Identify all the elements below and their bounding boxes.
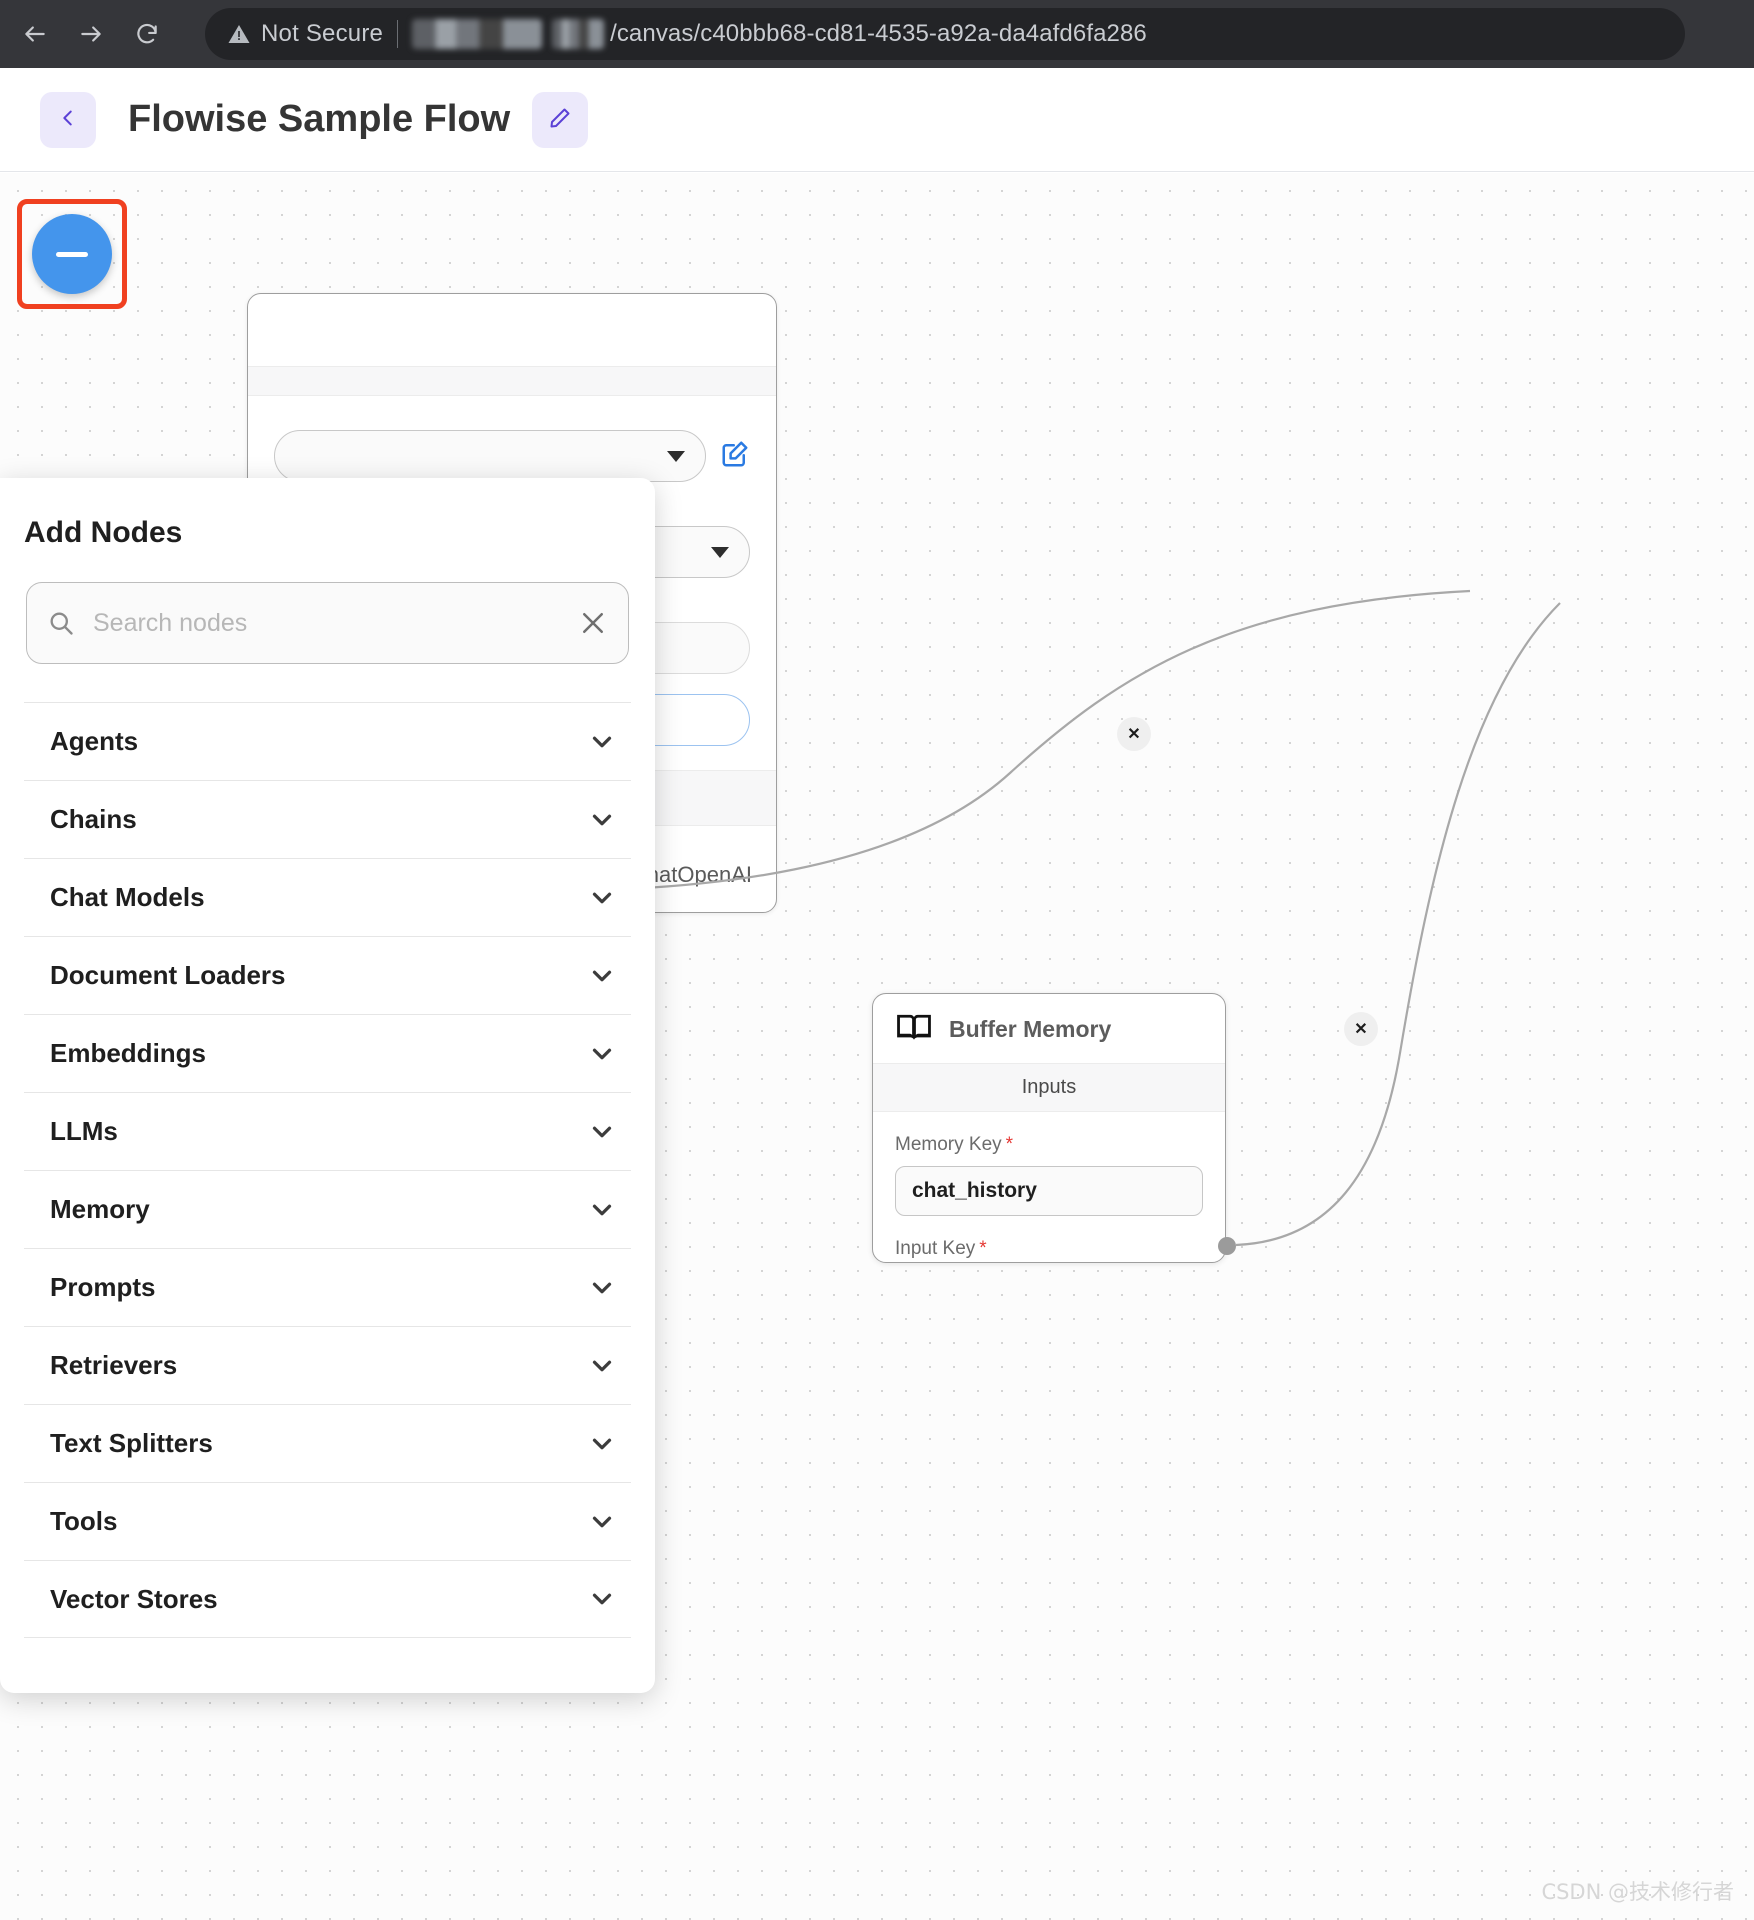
edit-square-icon[interactable] — [720, 439, 750, 474]
category-label: Retrievers — [50, 1350, 178, 1380]
search-input[interactable] — [93, 608, 578, 638]
category-chains[interactable]: Chains — [24, 780, 631, 858]
buffer-memory-input-key-field: Input Key * — [873, 1238, 1225, 1262]
warning-triangle-icon — [227, 22, 251, 46]
search-icon — [47, 609, 75, 637]
url-text: /canvas/c40bbb68-cd81-4535-a92a-da4afd6f… — [610, 20, 1147, 47]
chevron-down-icon[interactable] — [587, 805, 631, 835]
category-label: Embeddings — [50, 1038, 207, 1068]
add-nodes-panel[interactable]: Add Nodes Agents Chains Chat Models — [0, 478, 655, 1693]
browser-address-bar[interactable]: Not Secure /canvas/c40bbb68-cd81-4535-a9… — [205, 8, 1685, 60]
category-chat-models[interactable]: Chat Models — [24, 858, 631, 936]
node-section-inputs — [248, 366, 776, 396]
required-asterisk: * — [1005, 1134, 1014, 1155]
edge-delete-button-2[interactable]: ✕ — [1344, 1012, 1378, 1046]
chevron-down-icon[interactable] — [587, 727, 631, 757]
category-llms[interactable]: LLMs — [24, 1092, 631, 1170]
chevron-down-icon[interactable] — [587, 1429, 631, 1459]
zoom-out-button[interactable] — [32, 214, 112, 294]
category-label: LLMs — [50, 1116, 118, 1146]
chevron-down-icon[interactable] — [587, 1507, 631, 1537]
close-icon[interactable] — [578, 608, 608, 638]
browser-reload-button[interactable] — [126, 13, 168, 55]
chevron-down-icon[interactable] — [587, 961, 631, 991]
category-label: Memory — [50, 1194, 150, 1224]
back-button[interactable] — [40, 91, 96, 148]
omnibox-divider — [397, 20, 399, 48]
memory-key-label-text: Memory Key — [895, 1134, 1002, 1155]
category-prompts[interactable]: Prompts — [24, 1248, 631, 1326]
required-asterisk: * — [979, 1238, 987, 1259]
memory-key-label: Memory Key * — [895, 1134, 1203, 1156]
input-key-label-text: Input Key — [895, 1238, 976, 1259]
category-label: Chains — [50, 804, 137, 834]
category-label: Chat Models — [50, 882, 205, 912]
page-title: Flowise Sample Flow — [128, 98, 511, 140]
node-buffer-memory[interactable]: Buffer Memory Inputs Memory Key* Input K… — [872, 993, 1226, 1263]
category-document-loaders[interactable]: Document Loaders — [24, 936, 631, 1014]
category-text-splitters[interactable]: Text Splitters — [24, 1404, 631, 1482]
minus-icon — [56, 251, 88, 257]
caret-down-icon — [667, 450, 685, 462]
chevron-down-icon[interactable] — [587, 1351, 631, 1381]
search-nodes-field[interactable] — [26, 582, 629, 664]
edge-delete-button-1[interactable]: ✕ — [1117, 717, 1151, 751]
pencil-icon — [548, 106, 572, 133]
watermark: CSDN @技术修行者 — [1541, 1880, 1734, 1904]
category-vector-stores[interactable]: Vector Stores — [24, 1560, 631, 1638]
category-label: Vector Stores — [50, 1583, 218, 1614]
category-label: Tools — [50, 1506, 118, 1536]
category-memory[interactable]: Memory — [24, 1170, 631, 1248]
category-label: Text Splitters — [50, 1428, 213, 1458]
url-redacted-block — [412, 19, 543, 49]
chevron-down-icon[interactable] — [587, 1039, 631, 1069]
buffer-memory-output-handle[interactable] — [1218, 1237, 1236, 1255]
book-icon — [895, 1012, 933, 1047]
chevron-down-icon[interactable] — [587, 1195, 631, 1225]
flow-canvas[interactable]: ers ChatOpenAI ✕ ✕ Buffer Memory Inputs … — [0, 173, 1754, 1920]
chevron-down-icon[interactable] — [587, 883, 631, 913]
buffer-memory-memory-key-field: Memory Key * — [873, 1134, 1225, 1216]
caret-down-icon — [711, 546, 729, 558]
add-nodes-title: Add Nodes — [24, 516, 183, 549]
buffer-memory-inputs-band: Inputs — [873, 1063, 1225, 1112]
input-key-label: Input Key * — [895, 1238, 1203, 1260]
edit-title-button[interactable] — [532, 91, 589, 148]
app-header: Flowise Sample Flow — [0, 68, 1754, 172]
not-secure-label: Not Secure — [261, 20, 384, 47]
chevron-down-icon[interactable] — [587, 1584, 631, 1614]
url-redacted-block-2 — [552, 19, 605, 49]
buffer-memory-title: Buffer Memory — [949, 1016, 1112, 1042]
category-label: Prompts — [50, 1272, 156, 1302]
chevron-down-icon[interactable] — [587, 1273, 631, 1303]
node-category-list: Agents Chains Chat Models Document Loade… — [0, 702, 655, 1638]
category-tools[interactable]: Tools — [24, 1482, 631, 1560]
browser-forward-button[interactable] — [70, 13, 112, 55]
chat-openai-credential-select[interactable] — [274, 430, 706, 482]
browser-chrome: Not Secure /canvas/c40bbb68-cd81-4535-a9… — [0, 0, 1754, 68]
category-embeddings[interactable]: Embeddings — [24, 1014, 631, 1092]
browser-back-button[interactable] — [14, 13, 56, 55]
edge-buffermemory-to-chain — [1235, 602, 1561, 1247]
chevron-down-icon[interactable] — [587, 1117, 631, 1147]
category-label: Agents — [50, 726, 139, 756]
category-agents[interactable]: Agents — [24, 702, 631, 780]
category-label: Document Loaders — [50, 960, 286, 990]
chevron-left-icon — [57, 107, 79, 132]
category-retrievers[interactable]: Retrievers — [24, 1326, 631, 1404]
buffer-memory-header: Buffer Memory — [873, 994, 1225, 1063]
chat-openai-credential-row[interactable] — [248, 430, 776, 482]
memory-key-input[interactable] — [895, 1166, 1203, 1216]
